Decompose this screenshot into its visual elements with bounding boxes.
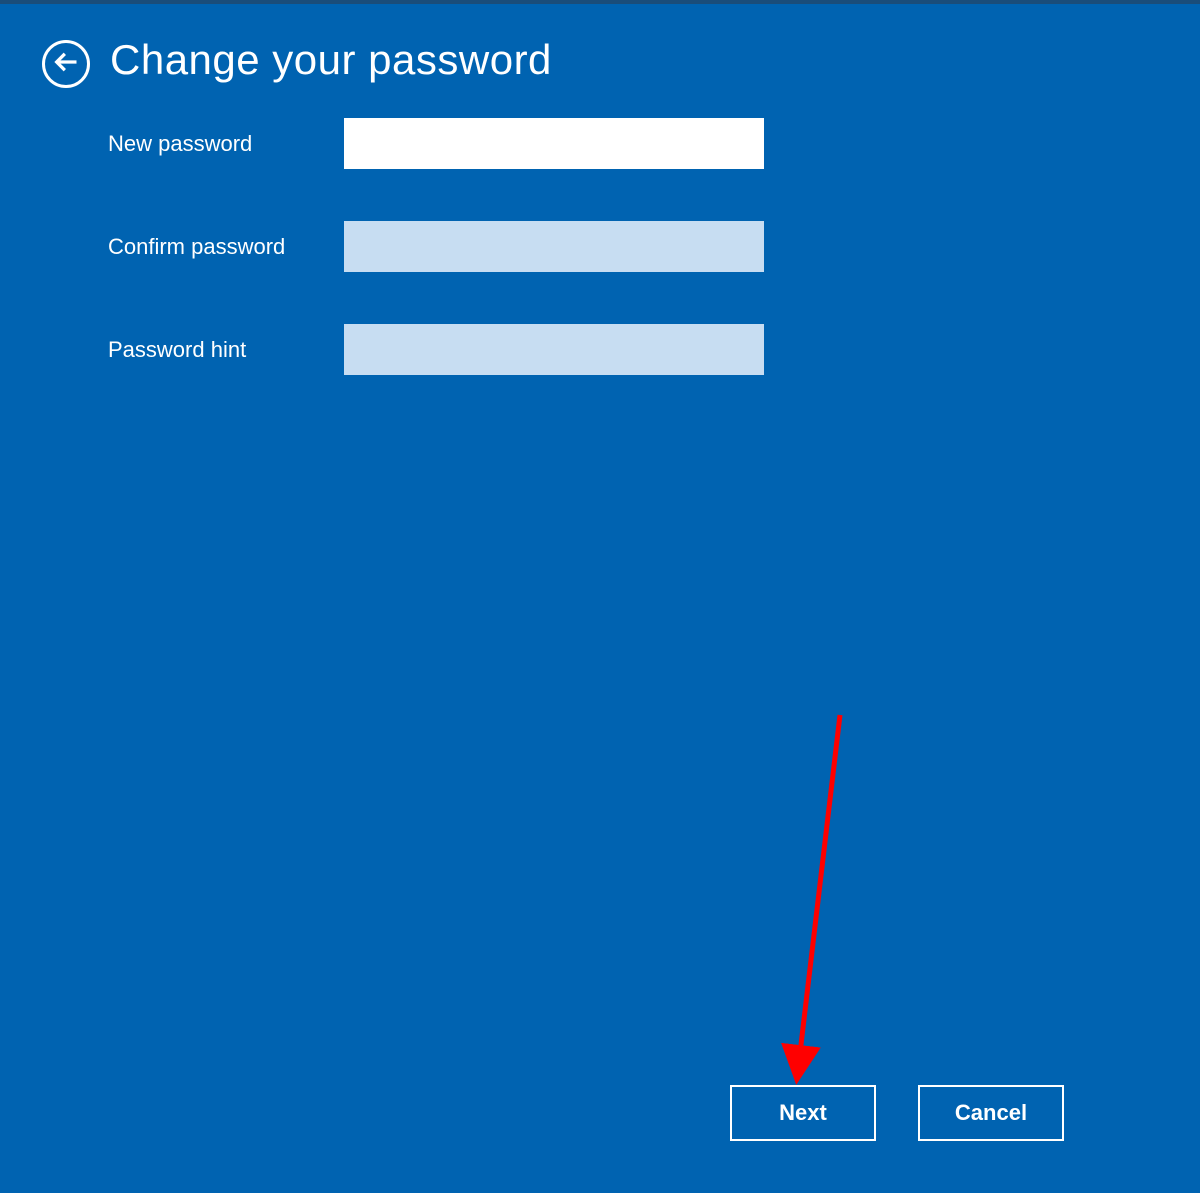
password-hint-label: Password hint [108,337,344,363]
new-password-input[interactable] [344,118,764,169]
back-button[interactable] [42,40,90,88]
next-button[interactable]: Next [730,1085,876,1141]
back-arrow-icon [52,48,80,81]
annotation-arrow-icon [730,710,850,1095]
window-top-border [0,0,1200,4]
confirm-password-row: Confirm password [108,221,764,272]
dialog-button-bar: Next Cancel [730,1085,1064,1141]
confirm-password-input[interactable] [344,221,764,272]
new-password-label: New password [108,131,344,157]
password-hint-input[interactable] [344,324,764,375]
password-form: New password Confirm password Password h… [108,118,764,427]
new-password-row: New password [108,118,764,169]
cancel-button[interactable]: Cancel [918,1085,1064,1141]
confirm-password-label: Confirm password [108,234,344,260]
page-title: Change your password [110,36,552,84]
password-hint-row: Password hint [108,324,764,375]
